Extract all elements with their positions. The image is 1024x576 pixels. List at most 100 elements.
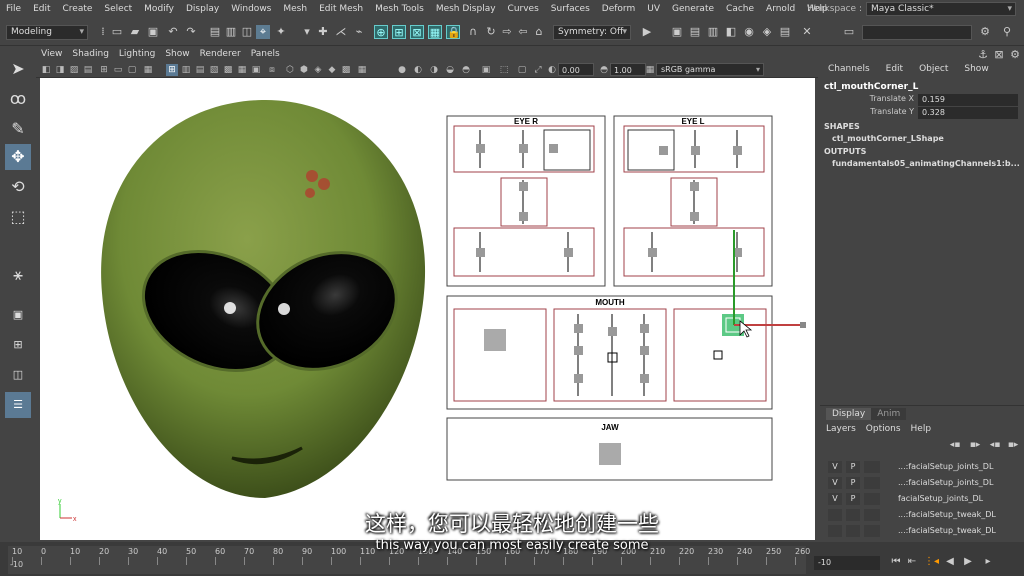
smooth-shade-icon[interactable]: ▩ [222, 64, 234, 76]
playback-toggle[interactable]: P [846, 493, 860, 505]
input-icon[interactable]: ⇨ [500, 25, 514, 39]
help-menu[interactable]: Help [911, 424, 932, 434]
menu-edit-mesh[interactable]: Edit Mesh [313, 4, 369, 14]
menu-create[interactable]: Create [57, 4, 99, 14]
snap-live-icon[interactable]: ⊕ [374, 25, 388, 39]
checker-icon[interactable]: ▦ [356, 64, 368, 76]
render-current-icon[interactable]: ▤ [688, 25, 702, 39]
attr-row-translate-x[interactable]: Translate X 0.159 [820, 94, 1024, 106]
camera-attr-icon[interactable]: ◨ [54, 64, 66, 76]
shape-item[interactable]: ctl_mouthCorner_LShape [832, 134, 944, 143]
resolution-gate-icon[interactable]: ▢ [126, 64, 138, 76]
motion-blur-icon[interactable]: ◑ [428, 64, 440, 76]
select-hierarchy-icon[interactable]: ▤ [208, 25, 222, 39]
four-view-icon[interactable]: ⊞ [5, 332, 31, 358]
layer-color-swatch[interactable] [864, 461, 880, 473]
lock-icon[interactable]: 🔒 [446, 25, 461, 39]
hypershade-icon[interactable]: ◉ [742, 25, 756, 39]
new-layer-icon[interactable]: ◂▪ [988, 438, 1002, 452]
menu-file[interactable]: File [0, 4, 27, 14]
play-backward-icon[interactable]: ◀ [944, 556, 956, 568]
move-layer-down-icon[interactable]: ▪▸ [968, 438, 982, 452]
close-icon[interactable]: ✕ [800, 25, 814, 39]
layer-row[interactable]: V P ...:facialSetup_joints_DL [828, 461, 1016, 474]
grid-icon[interactable]: ⊞ [98, 64, 110, 76]
new-layer-selected-icon[interactable]: ▪▸ [1006, 438, 1020, 452]
new-scene-icon[interactable]: ▭ [110, 25, 124, 39]
menu-select[interactable]: Select [98, 4, 138, 14]
playback-toggle[interactable]: P [846, 461, 860, 473]
lights-icon[interactable]: ◆ [326, 64, 338, 76]
viewport-menu-view[interactable]: View [36, 49, 67, 59]
antialias-icon[interactable]: ◒ [444, 64, 456, 76]
xray-icon[interactable]: ⬢ [298, 64, 310, 76]
viewport-menu-shading[interactable]: Shading [67, 49, 114, 59]
tab-anim[interactable]: Anim [871, 408, 907, 420]
channel-box-icon[interactable]: ⚓ [976, 48, 990, 62]
shadows-icon[interactable]: ▩ [340, 64, 352, 76]
menu-edit[interactable]: Edit [27, 4, 56, 14]
menu-surfaces[interactable]: Surfaces [545, 4, 596, 14]
arnold-render-icon[interactable]: ◈ [760, 25, 774, 39]
gamma-field[interactable]: 1.00 [610, 63, 646, 76]
undo-icon[interactable]: ↶ [166, 25, 180, 39]
snap-view-icon[interactable]: ⌁ [352, 25, 366, 39]
viewport-menu-show[interactable]: Show [160, 49, 194, 59]
isolate-select-icon[interactable]: ▣ [480, 64, 492, 76]
maximize-icon[interactable]: ⤢ [532, 64, 544, 76]
attr-value[interactable]: 0.159 [918, 94, 1018, 106]
menu-generate[interactable]: Generate [666, 4, 720, 14]
channel-menu-edit[interactable]: Edit [878, 64, 911, 78]
color-management-icon[interactable]: ▦ [644, 64, 656, 76]
snap-surface-icon[interactable]: ⊞ [392, 25, 406, 39]
exposure-icon[interactable]: ◐ [546, 64, 558, 76]
two-view-icon[interactable]: ◫ [5, 362, 31, 388]
hud-icon[interactable]: ▢ [516, 64, 528, 76]
textured-icon[interactable]: ◈ [312, 64, 324, 76]
ambient-occlusion-icon[interactable]: ◐ [412, 64, 424, 76]
visibility-toggle[interactable]: V [828, 493, 842, 505]
menu-windows[interactable]: Windows [225, 4, 277, 14]
lasso-icon[interactable]: ✦ [274, 25, 288, 39]
channel-menu-object[interactable]: Object [911, 64, 956, 78]
save-scene-icon[interactable]: ▣ [146, 25, 160, 39]
film-gate-icon[interactable]: ▭ [112, 64, 124, 76]
tab-display[interactable]: Display [826, 408, 872, 420]
menu-set-dropdown[interactable]: Modeling [6, 25, 88, 40]
lasso-tool-icon[interactable]: ꝏ [5, 86, 31, 112]
viewport-menu-lighting[interactable]: Lighting [114, 49, 160, 59]
layer-row[interactable]: V P ...:facialSetup_joints_DL [828, 477, 1016, 490]
menu-mesh-display[interactable]: Mesh Display [430, 4, 502, 14]
exposure-field[interactable]: 0.00 [558, 63, 594, 76]
scale-tool-icon[interactable]: ⬚ [5, 204, 31, 230]
menu-display[interactable]: Display [180, 4, 225, 14]
output-icon[interactable]: ⇦ [516, 25, 530, 39]
alien-head[interactable] [101, 99, 426, 499]
visibility-toggle[interactable]: V [828, 461, 842, 473]
camera-icon[interactable]: ◧ [40, 64, 52, 76]
user-icon[interactable]: ⚲ [1000, 25, 1014, 39]
select-by-type-icon[interactable]: ⌖ [256, 25, 270, 39]
render-view-icon[interactable]: ▣ [670, 25, 684, 39]
gamma-icon[interactable]: ◓ [598, 64, 610, 76]
attribute-editor-icon[interactable]: ⊠ [992, 48, 1006, 62]
render-settings-icon[interactable]: ◧ [724, 25, 738, 39]
options-menu[interactable]: Options [866, 424, 901, 434]
channel-menu-channels[interactable]: Channels [820, 64, 878, 78]
wireframe-on-shaded-icon[interactable]: ⧈ [266, 64, 278, 76]
image-plane-icon[interactable]: ▤ [82, 64, 94, 76]
playback-toggle[interactable]: P [846, 477, 860, 489]
viewport-persp[interactable]: EYE R EYE L MOUTH JAW y x [40, 78, 815, 540]
settings-icon[interactable]: ⚙ [978, 25, 992, 39]
layer-color-swatch[interactable] [864, 477, 880, 489]
gate-mask-icon[interactable]: ▦ [142, 64, 154, 76]
move-tool-icon[interactable]: ✥ [5, 144, 31, 170]
viewport-menu-panels[interactable]: Panels [246, 49, 285, 59]
current-frame-field[interactable]: -10 [814, 556, 880, 570]
ipr-render-icon[interactable]: ▥ [706, 25, 720, 39]
depth-of-field-icon[interactable]: ◓ [460, 64, 472, 76]
layers-menu[interactable]: Layers [826, 424, 856, 434]
attr-row-translate-y[interactable]: Translate Y 0.328 [820, 107, 1024, 119]
snap-uv-icon[interactable]: ⊠ [410, 25, 424, 39]
layer-name[interactable]: ...:facialSetup_joints_DL [898, 461, 993, 473]
